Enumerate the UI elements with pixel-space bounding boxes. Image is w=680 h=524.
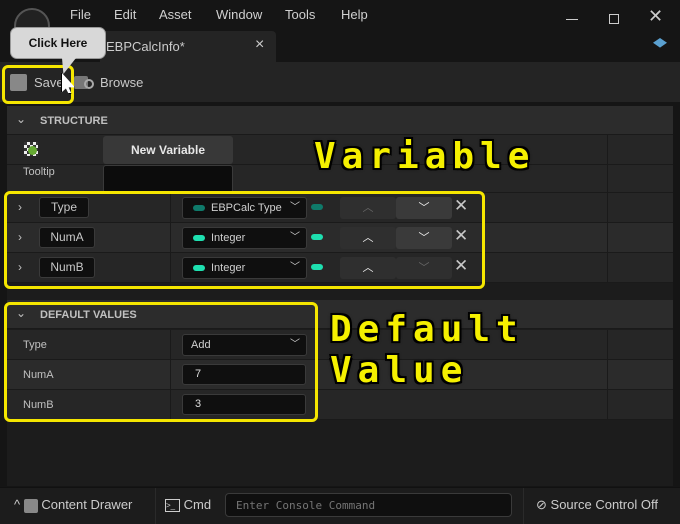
close-window-button[interactable]: ✕ [648,6,663,27]
tab-close-icon[interactable]: × [255,36,264,54]
variable-highlight-box [4,191,485,289]
menu-tools[interactable]: Tools [285,7,315,22]
browse-label: Browse [100,75,144,90]
menu-window[interactable]: Window [216,7,262,22]
menu-help[interactable]: Help [341,7,368,22]
minimize-button[interactable] [566,19,578,20]
maximize-button[interactable] [609,14,619,24]
structure-check-icon [24,142,38,156]
tooltip-input[interactable] [103,165,233,193]
tab-ebpcalcinfo[interactable]: EBPCalcInfo* × [100,31,276,62]
cmd-label: Cmd [183,497,212,512]
source-control-button[interactable]: ⊘ Source Control Off [536,497,658,513]
variable-annotation: Variable [314,136,536,177]
prohibited-icon: ⊘ [536,497,547,512]
content-drawer-label: Content Drawer [41,497,133,512]
browse-button[interactable]: Browse [74,72,154,94]
terminal-icon: >_ [165,499,180,513]
default-highlight-box [4,302,318,422]
folder-search-icon [23,498,38,513]
magnifier-icon [84,79,94,89]
menu-edit[interactable]: Edit [114,7,136,22]
new-variable-button[interactable]: New Variable [103,136,233,164]
tooltip-label: Tooltip [23,166,55,178]
source-control-label: Source Control Off [550,497,658,512]
structure-title: STRUCTURE [40,115,108,127]
status-bar: ^ Content Drawer >_ Cmd ⊘ Source Control… [0,487,680,524]
structure-header[interactable]: ⌄ STRUCTURE [7,106,673,135]
collapse-chevron-icon: ⌄ [16,112,27,126]
default-value-annotation: Default Value [330,309,524,391]
menu-file[interactable]: File [70,7,91,22]
tutorial-icon[interactable] [653,38,667,48]
content-drawer-button[interactable]: ^ Content Drawer [14,497,132,513]
console-command-input[interactable] [225,493,512,517]
tab-title: EBPCalcInfo* [106,39,185,54]
click-here-callout: Click Here [10,27,106,59]
menu-asset[interactable]: Asset [159,7,192,22]
chevron-up-icon: ^ [14,497,24,512]
cmd-button[interactable]: >_ Cmd [165,497,212,513]
